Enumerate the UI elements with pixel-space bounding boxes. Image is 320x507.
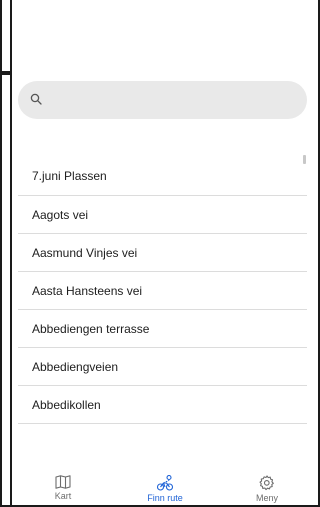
frame-tick (0, 71, 12, 75)
gear-icon (259, 475, 274, 491)
search-field[interactable] (18, 81, 307, 119)
nav-item-finn-rute[interactable]: Finn rute (120, 468, 210, 503)
list-item[interactable]: Abbediengen terrasse (18, 310, 307, 348)
street-list: 7.juni Plassen Aagots vei Aasmund Vinjes… (18, 157, 307, 424)
search-input[interactable] (54, 90, 298, 112)
list-item[interactable]: Aasmund Vinjes vei (18, 234, 307, 272)
nav-label-kart: Kart (54, 491, 72, 501)
list-item[interactable]: Aagots vei (18, 196, 307, 234)
list-item[interactable]: Aasta Hansteens vei (18, 272, 307, 310)
list-item[interactable]: Abbedikollen (18, 386, 307, 424)
nav-item-kart[interactable]: Kart (18, 468, 108, 501)
map-icon (55, 475, 71, 489)
nav-label-finn-rute: Finn rute (147, 493, 183, 503)
list-item[interactable]: 7.juni Plassen (18, 157, 307, 196)
nav-label-meny: Meny (255, 493, 278, 503)
search-icon (30, 93, 42, 105)
bottom-navigation: Kart Finn rute Meny (12, 468, 318, 505)
route-icon (156, 475, 174, 491)
side-divider (10, 0, 12, 507)
list-item[interactable]: Abbediengveien (18, 348, 307, 386)
nav-item-meny[interactable]: Meny (222, 468, 312, 503)
